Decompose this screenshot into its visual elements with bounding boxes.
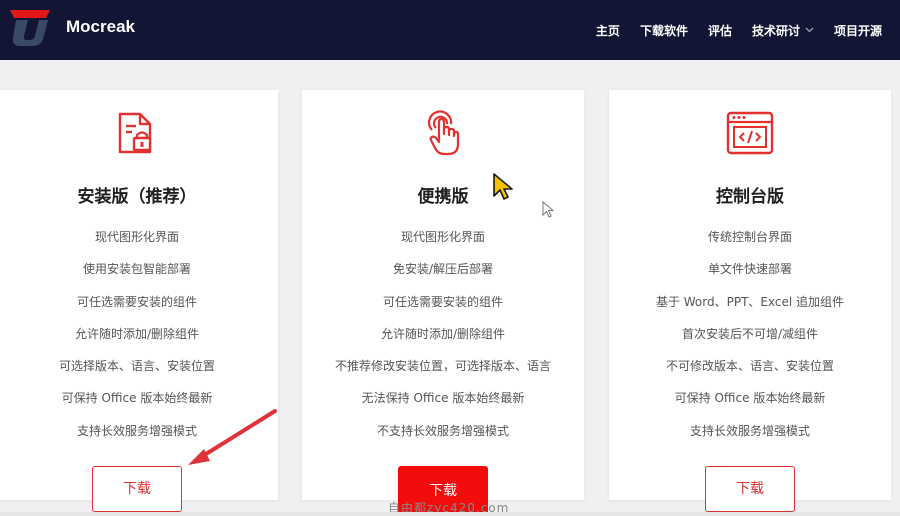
feature-item: 不推荐修改安装位置，可选择版本、语言 <box>334 359 551 374</box>
card-title: 安装版（推荐） <box>77 187 197 207</box>
feature-item: 免安装/解压后部署 <box>392 262 494 277</box>
installer-document-icon <box>118 112 152 154</box>
feature-item: 可保持 Office 版本始终最新 <box>61 391 213 406</box>
feature-item: 可选择版本、语言、安装位置 <box>58 359 215 374</box>
feature-item: 支持长效服务增强模式 <box>689 423 810 438</box>
code-window-icon <box>726 111 774 155</box>
mocreak-logo-icon[interactable] <box>6 6 54 48</box>
nav-download-label: 下载软件 <box>639 23 688 38</box>
feature-item: 现代图形化界面 <box>94 230 179 244</box>
nav-evaluation-label: 评估 <box>707 23 732 38</box>
feature-item: 传统控制台界面 <box>707 230 792 244</box>
page-bottom-strip <box>0 512 900 516</box>
feature-item: 不可修改版本、语言、安装位置 <box>665 359 834 374</box>
feature-item: 现代图形化界面 <box>400 230 485 244</box>
card-title: 便携版 <box>417 187 469 207</box>
touch-hand-icon <box>428 110 460 156</box>
download-button-console[interactable]: 下载 <box>705 466 795 512</box>
brand-name[interactable]: Mocreak <box>66 17 135 37</box>
nav-tech-discussion[interactable]: 技术研讨 <box>752 22 814 39</box>
main-nav: 主页 下载软件 评估 技术研讨 项目开源 <box>596 0 900 60</box>
feature-item: 首次安装后不可增/减组件 <box>681 326 819 341</box>
chevron-down-icon <box>805 27 814 33</box>
feature-item: 可任选需要安装的组件 <box>382 294 503 309</box>
feature-list: 现代图形化界面 使用安装包智能部署 可任选需要安装的组件 允许随时添加/删除组件… <box>0 229 278 455</box>
nav-download-software[interactable]: 下载软件 <box>640 22 688 39</box>
feature-item: 基于 Word、PPT、Excel 追加组件 <box>655 294 845 309</box>
nav-open-source[interactable]: 项目开源 <box>834 22 882 39</box>
feature-item: 支持长效服务增强模式 <box>76 423 197 438</box>
nav-tech-label: 技术研讨 <box>751 23 800 38</box>
feature-list: 现代图形化界面 免安装/解压后部署 可任选需要安装的组件 允许随时添加/删除组件… <box>302 229 584 455</box>
nav-open-source-label: 项目开源 <box>833 23 882 38</box>
feature-item: 允许随时添加/删除组件 <box>380 326 506 341</box>
feature-item: 使用安装包智能部署 <box>82 262 191 277</box>
top-navigation-bar: Mocreak 主页 下载软件 评估 技术研讨 项目开源 <box>0 0 900 60</box>
feature-item: 无法保持 Office 版本始终最新 <box>361 391 525 406</box>
card-portable-edition: 便携版 现代图形化界面 免安装/解压后部署 可任选需要安装的组件 允许随时添加/… <box>302 90 584 516</box>
card-console-edition: 控制台版 传统控制台界面 单文件快速部署 基于 Word、PPT、Excel 追… <box>609 90 891 512</box>
nav-evaluation[interactable]: 评估 <box>708 22 732 39</box>
feature-item: 单文件快速部署 <box>707 262 792 277</box>
feature-item: 可任选需要安装的组件 <box>76 294 197 309</box>
feature-item: 允许随时添加/删除组件 <box>74 326 200 341</box>
feature-item: 不支持长效服务增强模式 <box>376 423 509 438</box>
nav-home-label: 主页 <box>595 23 620 38</box>
feature-item: 可保持 Office 版本始终最新 <box>674 391 826 406</box>
card-title: 控制台版 <box>716 187 784 207</box>
download-button-installer[interactable]: 下载 <box>92 466 182 512</box>
card-installer-edition: 安装版（推荐） 现代图形化界面 使用安装包智能部署 可任选需要安装的组件 允许随… <box>0 90 278 512</box>
nav-home[interactable]: 主页 <box>596 22 620 39</box>
feature-list: 传统控制台界面 单文件快速部署 基于 Word、PPT、Excel 追加组件 首… <box>609 229 891 455</box>
